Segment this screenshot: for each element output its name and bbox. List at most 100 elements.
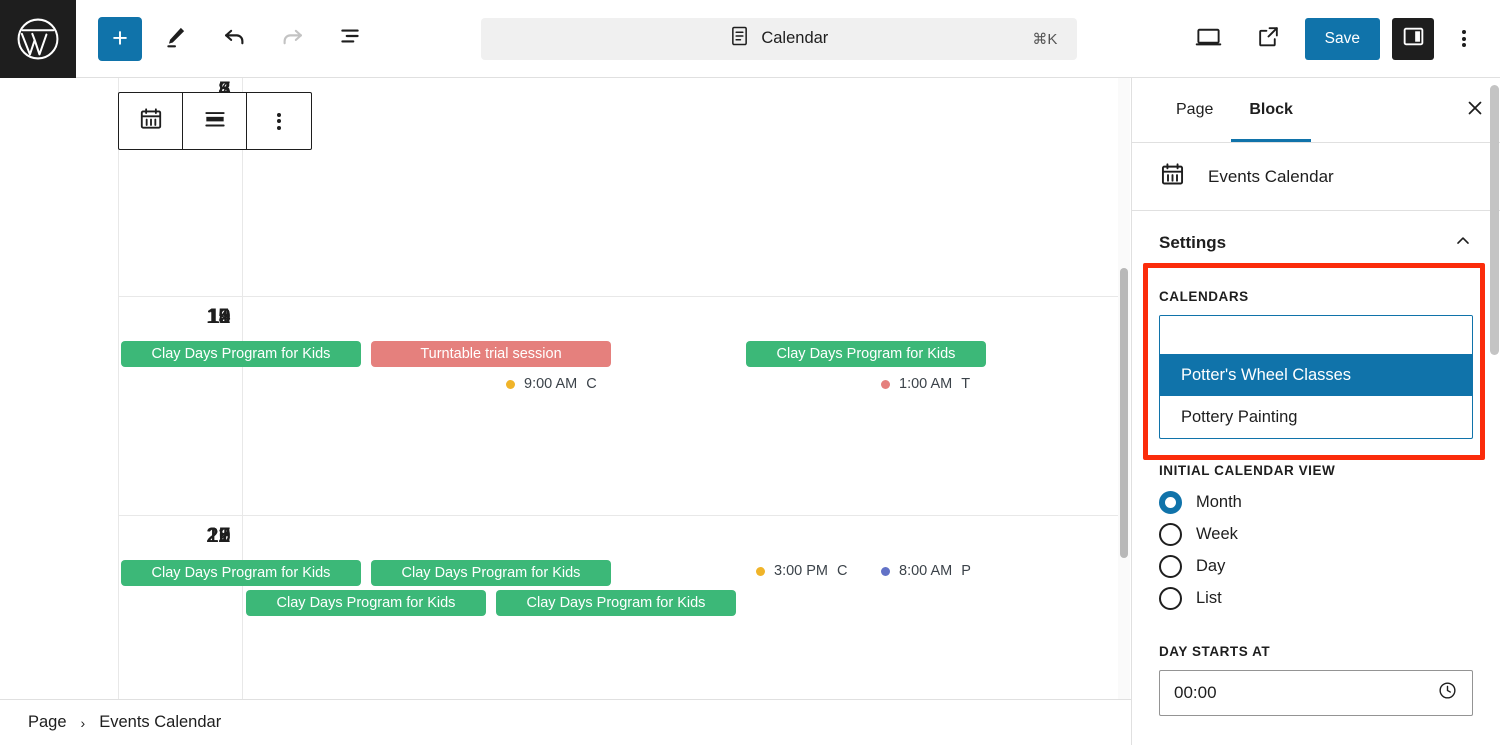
- kebab-menu-icon: [277, 110, 281, 132]
- radio-month[interactable]: Month: [1159, 486, 1473, 518]
- desktop-preview-icon: [1195, 23, 1222, 55]
- calendar-event-chip[interactable]: Clay Days Program for Kids: [121, 341, 361, 367]
- day-number: 15: [206, 305, 230, 328]
- calendars-multiselect[interactable]: Potter's Wheel Classes Pottery Painting: [1159, 315, 1473, 439]
- calendar-day-cell[interactable]: 15: [118, 297, 243, 515]
- radio-day[interactable]: Day: [1159, 550, 1473, 582]
- clock-icon[interactable]: [1437, 680, 1458, 706]
- radio-list[interactable]: List: [1159, 582, 1473, 614]
- event-time: 9:00 AM: [524, 376, 578, 392]
- wordpress-logo[interactable]: [0, 0, 76, 78]
- calendars-input[interactable]: [1160, 316, 1472, 354]
- tab-page[interactable]: Page: [1158, 78, 1231, 142]
- undo-button[interactable]: [210, 15, 258, 63]
- sidebar-scrollbar[interactable]: [1490, 82, 1499, 745]
- events-calendar-icon: [1159, 161, 1186, 193]
- calendars-option-potters-wheel-classes[interactable]: Potter's Wheel Classes: [1160, 354, 1472, 396]
- event-color-dot: [506, 379, 515, 389]
- command-bar-shortcut: ⌘K: [1032, 30, 1058, 48]
- radio-indicator: [1159, 490, 1182, 514]
- settings-sidebar: Page Block Events Calendar Settings CALE…: [1131, 78, 1500, 745]
- radio-indicator: [1159, 522, 1182, 546]
- align-button[interactable]: [183, 93, 247, 149]
- calendar-event-chip[interactable]: Turntable trial session: [371, 341, 611, 367]
- radio-label: List: [1196, 588, 1222, 607]
- day-starts-at-input[interactable]: 00:00: [1159, 670, 1473, 716]
- radio-indicator: [1159, 586, 1182, 610]
- command-bar-wrapper: Calendar ⌘K: [374, 17, 1185, 60]
- events-calendar-block[interactable]: 3 4 5 6 7 8 9 10 11 12 13 14 15 Clay Day…: [118, 78, 1126, 738]
- calendar-timed-event[interactable]: 9:00 AM C: [506, 373, 628, 395]
- settings-section-header[interactable]: Settings: [1132, 211, 1500, 275]
- radio-label: Month: [1196, 492, 1242, 511]
- block-more-options-button[interactable]: [247, 93, 311, 149]
- tab-block[interactable]: Block: [1231, 78, 1311, 142]
- day-number: 22: [206, 524, 230, 547]
- command-bar[interactable]: Calendar ⌘K: [481, 17, 1078, 60]
- calendar-timed-event[interactable]: 8:00 AM P: [881, 560, 1003, 582]
- save-button[interactable]: Save: [1304, 17, 1380, 60]
- undo-icon: [221, 23, 248, 55]
- breadcrumb: Page › Events Calendar: [0, 699, 1131, 745]
- view-external-icon: [1256, 24, 1281, 54]
- day-starts-at-value: 00:00: [1174, 683, 1217, 702]
- sidebar-block-name: Events Calendar: [1208, 166, 1334, 186]
- view-external-button[interactable]: [1245, 15, 1293, 63]
- redo-button[interactable]: [268, 15, 316, 63]
- pencil-icon: [163, 23, 189, 54]
- plus-icon: +: [112, 23, 128, 53]
- event-title: P: [961, 563, 971, 579]
- event-time: 8:00 AM: [899, 563, 953, 579]
- breadcrumb-item-page[interactable]: Page: [28, 713, 67, 732]
- event-title: C: [586, 376, 597, 392]
- sidebar-scrollbar-thumb[interactable]: [1490, 85, 1499, 355]
- top-bar-left-tools: +: [76, 15, 374, 63]
- initial-calendar-view-label: INITIAL CALENDAR VIEW: [1159, 463, 1336, 478]
- calendar-event-chip[interactable]: Clay Days Program for Kids: [746, 341, 986, 367]
- radio-label: Day: [1196, 556, 1226, 575]
- list-view-button[interactable]: [326, 15, 374, 63]
- calendar-event-chip[interactable]: Clay Days Program for Kids: [496, 590, 736, 616]
- canvas-scrollbar-thumb[interactable]: [1120, 268, 1128, 558]
- event-time: 1:00 AM: [899, 376, 953, 392]
- breadcrumb-separator: ›: [80, 714, 86, 731]
- block-toolbar: [118, 92, 312, 150]
- chevron-up-icon: [1453, 231, 1473, 256]
- calendar-event-chip[interactable]: Clay Days Program for Kids: [371, 560, 611, 586]
- editor-options-button[interactable]: [1446, 17, 1482, 61]
- settings-panel-toggle[interactable]: [1392, 17, 1434, 60]
- calendar-timed-event[interactable]: 3:00 PM C: [756, 560, 878, 582]
- kebab-menu-icon: [1462, 28, 1466, 49]
- event-time: 3:00 PM: [774, 563, 828, 579]
- command-bar-label: Calendar: [761, 29, 829, 47]
- event-title: C: [837, 563, 848, 579]
- sidebar-block-header: Events Calendar: [1132, 143, 1500, 211]
- radio-label: Week: [1196, 524, 1238, 543]
- preview-button[interactable]: [1185, 15, 1233, 63]
- settings-body: CALENDARS Potter's Wheel Classes Pottery…: [1132, 275, 1500, 716]
- day-starts-at-label: DAY STARTS AT: [1159, 644, 1271, 659]
- settings-panel-icon: [1401, 24, 1426, 54]
- calendar-week-row: 9 10 11 12 13 14 15 Clay Days Program fo…: [118, 297, 1126, 516]
- radio-indicator: [1159, 554, 1182, 578]
- event-color-dot: [756, 566, 765, 576]
- edit-mode-button[interactable]: [152, 15, 200, 63]
- event-color-dot: [881, 566, 890, 576]
- top-bar-right-tools: Save: [1185, 15, 1500, 63]
- canvas-scrollbar[interactable]: [1118, 78, 1130, 745]
- list-view-icon: [337, 23, 363, 54]
- breadcrumb-item-events-calendar[interactable]: Events Calendar: [99, 713, 221, 732]
- add-block-button[interactable]: +: [98, 16, 142, 61]
- document-icon: [730, 25, 749, 52]
- calendar-timed-event[interactable]: 1:00 AM T: [881, 373, 1003, 395]
- close-icon: [1464, 97, 1486, 124]
- event-title: T: [961, 376, 971, 392]
- calendar-event-chip[interactable]: Clay Days Program for Kids: [246, 590, 486, 616]
- calendar-event-chip[interactable]: Clay Days Program for Kids: [121, 560, 361, 586]
- radio-week[interactable]: Week: [1159, 518, 1473, 550]
- sidebar-tabs: Page Block: [1132, 78, 1500, 143]
- calendars-option-pottery-painting[interactable]: Pottery Painting: [1160, 396, 1472, 438]
- editor-canvas: 3 4 5 6 7 8 9 10 11 12 13 14 15 Clay Day…: [0, 78, 1131, 745]
- event-color-dot: [881, 379, 890, 389]
- block-type-button[interactable]: [119, 93, 183, 149]
